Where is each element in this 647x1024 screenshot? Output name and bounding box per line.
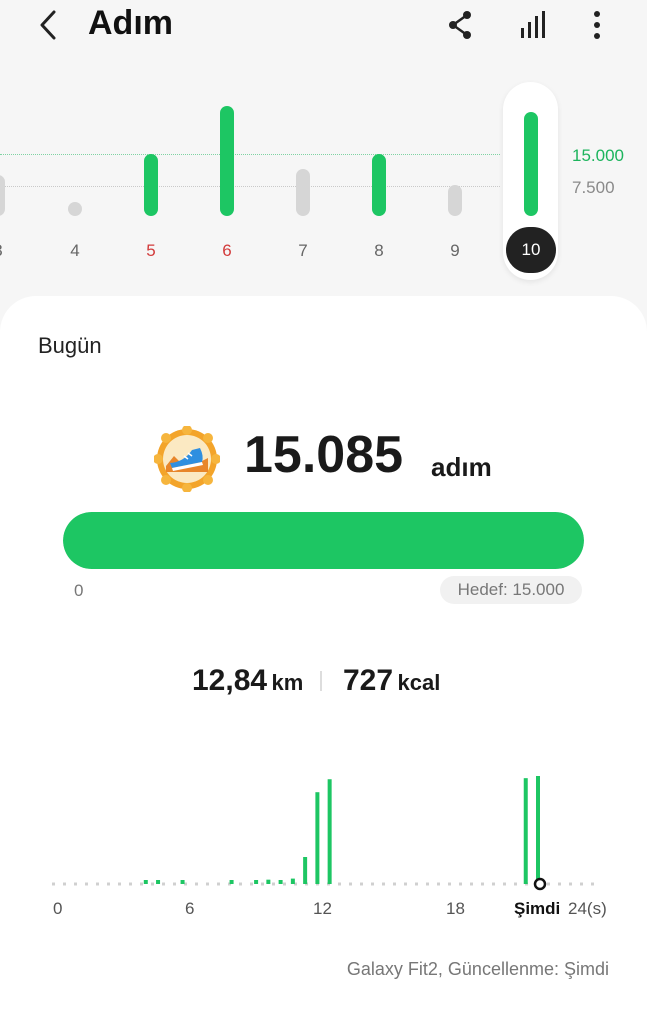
weekly-bar[interactable]: [144, 154, 158, 216]
hourly-bar: [523, 778, 528, 884]
x-tick-label: 6: [185, 899, 195, 918]
hourly-steps-chart[interactable]: [0, 700, 647, 930]
x-tick-label: 0: [53, 899, 63, 918]
half-goal-axis-label: 7.500: [572, 178, 615, 197]
day-label[interactable]: 9: [440, 241, 470, 261]
progress-zero-label: 0: [74, 581, 84, 600]
hourly-bar: [315, 792, 320, 884]
distance-stat: 12,84 km: [192, 664, 303, 698]
half-goal-gridline: [0, 186, 500, 187]
selected-day-label[interactable]: 10: [506, 227, 556, 273]
back-icon[interactable]: [34, 6, 64, 44]
goal-progress-bar: [63, 512, 584, 569]
goal-axis-label: 15.000: [572, 146, 624, 165]
step-count: 15.085: [244, 426, 404, 484]
share-icon[interactable]: [445, 8, 475, 42]
distance-unit: km: [271, 670, 304, 695]
weekly-bar[interactable]: [220, 106, 234, 216]
today-label: Bugün: [38, 333, 102, 358]
hourly-bar: [254, 880, 259, 884]
app-header: Adım: [0, 0, 647, 60]
weekly-bar[interactable]: [68, 202, 82, 216]
page-title: Adım: [88, 4, 173, 42]
day-label[interactable]: 5: [136, 241, 166, 261]
bar-chart-icon[interactable]: [518, 8, 548, 42]
goal-chip: Hedef: 15.000: [440, 576, 582, 604]
x-tick-label: 24(s): [568, 899, 607, 918]
hourly-bar: [266, 879, 271, 884]
hourly-bar: [278, 880, 283, 884]
goal-gridline: [0, 154, 500, 155]
now-marker: [533, 877, 547, 891]
day-label[interactable]: 3: [0, 241, 13, 261]
weekly-bar[interactable]: [296, 169, 310, 216]
goal-progress-fill: [63, 512, 584, 569]
hourly-bar: [290, 878, 295, 884]
device-sync-status: Galaxy Fit2, Güncellenme: Şimdi: [346, 959, 609, 979]
calorie-stat: 727 kcal: [343, 664, 440, 698]
hourly-bar: [536, 776, 540, 884]
more-vert-icon[interactable]: [582, 8, 612, 42]
x-tick-label: 18: [446, 899, 465, 918]
weekly-bar[interactable]: [524, 112, 538, 216]
step-unit: adım: [431, 452, 492, 482]
shoe-badge-icon: [154, 426, 220, 492]
day-label[interactable]: 4: [60, 241, 90, 261]
calorie-value: 727: [343, 664, 394, 697]
hourly-bar: [229, 880, 234, 884]
distance-value: 12,84: [192, 664, 268, 697]
weekly-bar[interactable]: [0, 174, 5, 216]
hourly-bar: [303, 857, 308, 884]
calorie-unit: kcal: [397, 670, 441, 695]
day-label[interactable]: 6: [212, 241, 242, 261]
x-tick-label-now: Şimdi: [514, 899, 561, 918]
weekly-bar[interactable]: [372, 154, 386, 216]
hourly-bar: [327, 779, 332, 884]
day-label[interactable]: 7: [288, 241, 318, 261]
x-tick-label: 12: [313, 899, 332, 918]
hourly-bar: [143, 880, 148, 884]
day-label[interactable]: 8: [364, 241, 394, 261]
hourly-bar: [156, 880, 161, 884]
stat-divider: [320, 671, 322, 691]
hourly-bar: [180, 880, 185, 884]
weekly-bar[interactable]: [448, 185, 462, 216]
